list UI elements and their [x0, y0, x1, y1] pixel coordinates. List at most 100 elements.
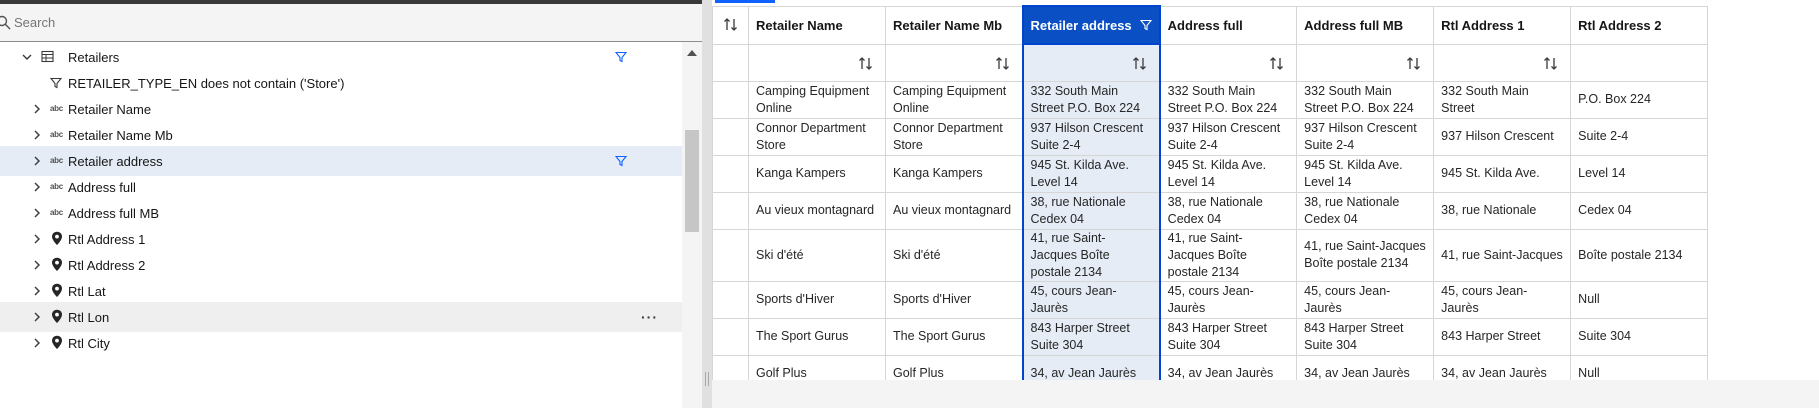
- table-cell[interactable]: 34, av Jean Jaurès: [1296, 354, 1435, 380]
- sort-cell[interactable]: [885, 43, 1023, 82]
- table-cell[interactable]: Golf Plus: [885, 354, 1023, 380]
- table-cell[interactable]: 45, cours Jean-Jaurès: [1433, 280, 1572, 319]
- sort-icon[interactable]: [1406, 56, 1421, 74]
- table-cell[interactable]: Suite 2-4: [1570, 117, 1709, 156]
- sort-icon[interactable]: [1132, 56, 1147, 74]
- search-input[interactable]: [14, 15, 614, 30]
- column-header-retailer-name[interactable]: Retailer Name: [748, 5, 886, 45]
- table-row[interactable]: The Sport Gurus The Sport Gurus 843 Harper…: [712, 317, 1709, 356]
- table-cell[interactable]: 332 South Main Street P.O. Box 224: [1159, 80, 1298, 119]
- filter-icon[interactable]: [615, 155, 627, 167]
- table-cell[interactable]: 843 Harper Street Suite 304: [1159, 317, 1298, 356]
- table-cell[interactable]: Au vieux montagnard: [748, 191, 886, 230]
- table-cell[interactable]: 937 Hilson Crescent Suite 2-4: [1159, 117, 1298, 156]
- chevron-right-icon[interactable]: [31, 285, 43, 297]
- row-gutter-cell[interactable]: [712, 354, 749, 380]
- sort-cell[interactable]: [1021, 43, 1161, 82]
- table-cell[interactable]: 945 St. Kilda Ave. Level 14: [1296, 154, 1435, 193]
- table-cell[interactable]: Camping Equipment Online: [748, 80, 886, 119]
- table-cell[interactable]: 945 St. Kilda Ave. Level 14: [1021, 154, 1161, 193]
- column-header-address-full-mb[interactable]: Address full MB: [1296, 5, 1435, 45]
- table-cell[interactable]: Suite 304: [1570, 317, 1709, 356]
- table-cell[interactable]: 38, rue Nationale Cedex 04: [1021, 191, 1161, 230]
- table-cell[interactable]: 937 Hilson Crescent Suite 2-4: [1296, 117, 1435, 156]
- table-row[interactable]: Connor Department Store Connor Department…: [712, 117, 1709, 156]
- column-header-retailer-address[interactable]: Retailer address: [1021, 5, 1161, 45]
- column-header-retailer-name-mb[interactable]: Retailer Name Mb: [885, 5, 1023, 45]
- table-cell[interactable]: 38, rue Nationale: [1433, 191, 1572, 230]
- table-cell[interactable]: 41, rue Saint-Jacques Boîte postale 2134: [1021, 228, 1161, 282]
- table-cell[interactable]: Null: [1570, 354, 1709, 380]
- table-cell[interactable]: Kanga Kampers: [748, 154, 886, 193]
- sort-cell[interactable]: [1433, 43, 1572, 82]
- tree-item-rtl-city[interactable]: Rtl City: [0, 328, 682, 358]
- tree-scrollbar[interactable]: [682, 42, 702, 408]
- table-cell[interactable]: 34, av Jean Jaurès: [1021, 354, 1161, 380]
- scrollbar-thumb[interactable]: [685, 130, 699, 232]
- splitter-grip-icon[interactable]: [705, 372, 709, 386]
- table-cell[interactable]: The Sport Gurus: [885, 317, 1023, 356]
- table-cell[interactable]: Sports d'Hiver: [748, 280, 886, 319]
- chevron-right-icon[interactable]: [31, 207, 43, 219]
- table-row[interactable]: Camping Equipment Online Camping Equipmen…: [712, 80, 1709, 119]
- row-gutter-cell[interactable]: [712, 80, 749, 119]
- table-cell[interactable]: 843 Harper Street Suite 304: [1021, 317, 1161, 356]
- table-cell[interactable]: 332 South Main Street: [1433, 80, 1572, 119]
- row-gutter-cell[interactable]: [712, 228, 749, 282]
- table-cell[interactable]: 945 St. Kilda Ave.: [1433, 154, 1572, 193]
- table-cell[interactable]: 34, av Jean Jaurès: [1433, 354, 1572, 380]
- sort-cell[interactable]: [1296, 43, 1435, 82]
- table-cell[interactable]: 937 Hilson Crescent: [1433, 117, 1572, 156]
- chevron-right-icon[interactable]: [31, 233, 43, 245]
- table-cell[interactable]: Kanga Kampers: [885, 154, 1023, 193]
- table-cell[interactable]: 945 St. Kilda Ave. Level 14: [1159, 154, 1298, 193]
- table-cell[interactable]: 38, rue Nationale Cedex 04: [1296, 191, 1435, 230]
- filter-icon[interactable]: [615, 51, 627, 63]
- sort-icon[interactable]: [1543, 56, 1558, 74]
- chevron-right-icon[interactable]: [31, 311, 43, 323]
- table-cell[interactable]: 843 Harper Street: [1433, 317, 1572, 356]
- table-cell[interactable]: 937 Hilson Crescent Suite 2-4: [1021, 117, 1161, 156]
- table-cell[interactable]: 843 Harper Street Suite 304: [1296, 317, 1435, 356]
- row-gutter-cell[interactable]: [712, 191, 749, 230]
- table-row[interactable]: Ski d'été Ski d'été 41, rue Saint-Jacques …: [712, 228, 1709, 282]
- table-cell[interactable]: Null: [1570, 280, 1709, 319]
- table-row[interactable]: Golf Plus Golf Plus 34, av Jean Jaurès 34, …: [712, 354, 1709, 380]
- table-cell[interactable]: 45, cours Jean-Jaurès: [1021, 280, 1161, 319]
- table-cell[interactable]: 45, cours Jean-Jaurès: [1296, 280, 1435, 319]
- column-header-rtl-address-1[interactable]: Rtl Address 1: [1433, 5, 1572, 45]
- sort-icon[interactable]: [723, 17, 738, 35]
- table-row[interactable]: Au vieux montagnard Au vieux montagnard 38…: [712, 191, 1709, 230]
- table-row[interactable]: Kanga Kampers Kanga Kampers 945 St. Kilda …: [712, 154, 1709, 193]
- table-cell[interactable]: P.O. Box 224: [1570, 80, 1709, 119]
- column-header-rtl-address-2[interactable]: Rtl Address 2: [1570, 5, 1709, 45]
- table-cell[interactable]: Boîte postale 2134: [1570, 228, 1709, 282]
- table-cell[interactable]: Ski d'été: [885, 228, 1023, 282]
- chevron-right-icon[interactable]: [31, 129, 43, 141]
- table-cell[interactable]: Cedex 04: [1570, 191, 1709, 230]
- table-cell[interactable]: Camping Equipment Online: [885, 80, 1023, 119]
- table-row[interactable]: Sports d'Hiver Sports d'Hiver 45, cours Je…: [712, 280, 1709, 319]
- table-cell[interactable]: 45, cours Jean-Jaurès: [1159, 280, 1298, 319]
- table-cell[interactable]: Sports d'Hiver: [885, 280, 1023, 319]
- table-cell[interactable]: Level 14: [1570, 154, 1709, 193]
- table-cell[interactable]: Au vieux montagnard: [885, 191, 1023, 230]
- sort-cell[interactable]: [748, 43, 886, 82]
- table-cell[interactable]: Connor Department Store: [885, 117, 1023, 156]
- table-cell[interactable]: 41, rue Saint-Jacques: [1433, 228, 1572, 282]
- table-cell[interactable]: Golf Plus: [748, 354, 886, 380]
- row-gutter-cell[interactable]: [712, 154, 749, 193]
- overflow-menu-icon[interactable]: ···: [641, 309, 658, 325]
- chevron-right-icon[interactable]: [31, 181, 43, 193]
- table-cell[interactable]: Connor Department Store: [748, 117, 886, 156]
- table-cell[interactable]: The Sport Gurus: [748, 317, 886, 356]
- row-gutter-cell[interactable]: [712, 117, 749, 156]
- table-cell[interactable]: 332 South Main Street P.O. Box 224: [1296, 80, 1435, 119]
- table-cell[interactable]: 41, rue Saint-Jacques Boîte postale 2134: [1296, 228, 1435, 282]
- filter-icon[interactable]: [1139, 19, 1152, 31]
- table-cell[interactable]: 332 South Main Street P.O. Box 224: [1021, 80, 1161, 119]
- column-header-address-full[interactable]: Address full: [1159, 5, 1298, 45]
- row-gutter-cell[interactable]: [712, 280, 749, 319]
- chevron-right-icon[interactable]: [31, 103, 43, 115]
- chevron-down-icon[interactable]: [21, 51, 33, 63]
